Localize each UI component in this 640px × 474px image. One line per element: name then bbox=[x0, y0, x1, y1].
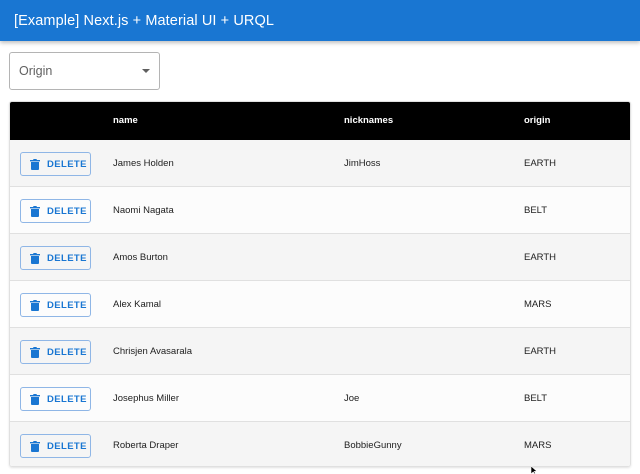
column-header-origin: origin bbox=[524, 115, 551, 126]
cell-origin: BELT bbox=[524, 205, 548, 216]
mouse-cursor-icon bbox=[531, 466, 538, 474]
cell-nicknames: JimHoss bbox=[344, 158, 381, 169]
chevron-down-icon bbox=[142, 69, 150, 73]
cell-name: Alex Kamal bbox=[113, 299, 162, 310]
characters-table: name nicknames origin DELETE James Holden… bbox=[9, 101, 631, 467]
cell-name: Naomi Nagata bbox=[113, 205, 174, 216]
trash-icon bbox=[30, 393, 47, 405]
delete-button[interactable]: DELETE bbox=[20, 199, 91, 223]
origin-select-label: Origin bbox=[19, 64, 53, 78]
table-body: DELETE James Holden JimHoss EARTH DELETE Naom… bbox=[10, 140, 630, 466]
delete-button[interactable]: DELETE bbox=[20, 434, 91, 458]
delete-button[interactable]: DELETE bbox=[20, 293, 91, 317]
cell-name: Chrisjen Avasarala bbox=[113, 346, 193, 357]
table-row: DELETE Alex Kamal MARS bbox=[10, 281, 630, 328]
table-row: DELETE Naomi Nagata BELT bbox=[10, 187, 630, 234]
delete-button-label: DELETE bbox=[47, 299, 87, 311]
trash-icon bbox=[30, 299, 47, 311]
cell-origin: MARS bbox=[524, 299, 552, 310]
table-row: DELETE James Holden JimHoss EARTH bbox=[10, 140, 630, 187]
app-title: [Example] Next.js + Material UI + URQL bbox=[14, 12, 275, 29]
cell-origin: BELT bbox=[524, 393, 548, 404]
column-header-name: name bbox=[113, 115, 138, 126]
delete-button-label: DELETE bbox=[47, 346, 87, 358]
cell-name: Roberta Draper bbox=[113, 440, 179, 451]
cell-nicknames: BobbieGunny bbox=[344, 440, 402, 451]
cell-name: Amos Burton bbox=[113, 252, 168, 263]
table-row: DELETE Roberta Draper BobbieGunny MARS bbox=[10, 422, 630, 466]
delete-button[interactable]: DELETE bbox=[20, 340, 91, 364]
table-row: DELETE Amos Burton EARTH bbox=[10, 234, 630, 281]
app-bar: [Example] Next.js + Material UI + URQL bbox=[0, 0, 640, 41]
trash-icon bbox=[30, 205, 47, 217]
trash-icon bbox=[30, 158, 47, 170]
delete-button[interactable]: DELETE bbox=[20, 246, 91, 270]
cell-origin: MARS bbox=[524, 440, 552, 451]
cell-origin: EARTH bbox=[524, 252, 557, 263]
table-header: name nicknames origin bbox=[10, 102, 630, 140]
trash-icon bbox=[30, 252, 47, 264]
delete-button-label: DELETE bbox=[47, 440, 87, 452]
delete-button[interactable]: DELETE bbox=[20, 387, 91, 411]
table-row: DELETE Josephus Miller Joe BELT bbox=[10, 375, 630, 422]
table-row: DELETE Chrisjen Avasarala EARTH bbox=[10, 328, 630, 375]
delete-button-label: DELETE bbox=[47, 158, 87, 170]
delete-button-label: DELETE bbox=[47, 205, 87, 217]
cell-name: James Holden bbox=[113, 158, 174, 169]
delete-button-label: DELETE bbox=[47, 393, 87, 405]
trash-icon bbox=[30, 346, 47, 358]
origin-select[interactable]: Origin bbox=[9, 52, 160, 90]
delete-button-label: DELETE bbox=[47, 252, 87, 264]
cell-origin: EARTH bbox=[524, 346, 557, 357]
trash-icon bbox=[30, 440, 47, 452]
column-header-nicknames: nicknames bbox=[344, 115, 394, 126]
cell-nicknames: Joe bbox=[344, 393, 360, 404]
cell-name: Josephus Miller bbox=[113, 393, 179, 404]
delete-button[interactable]: DELETE bbox=[20, 152, 91, 176]
cell-origin: EARTH bbox=[524, 158, 557, 169]
